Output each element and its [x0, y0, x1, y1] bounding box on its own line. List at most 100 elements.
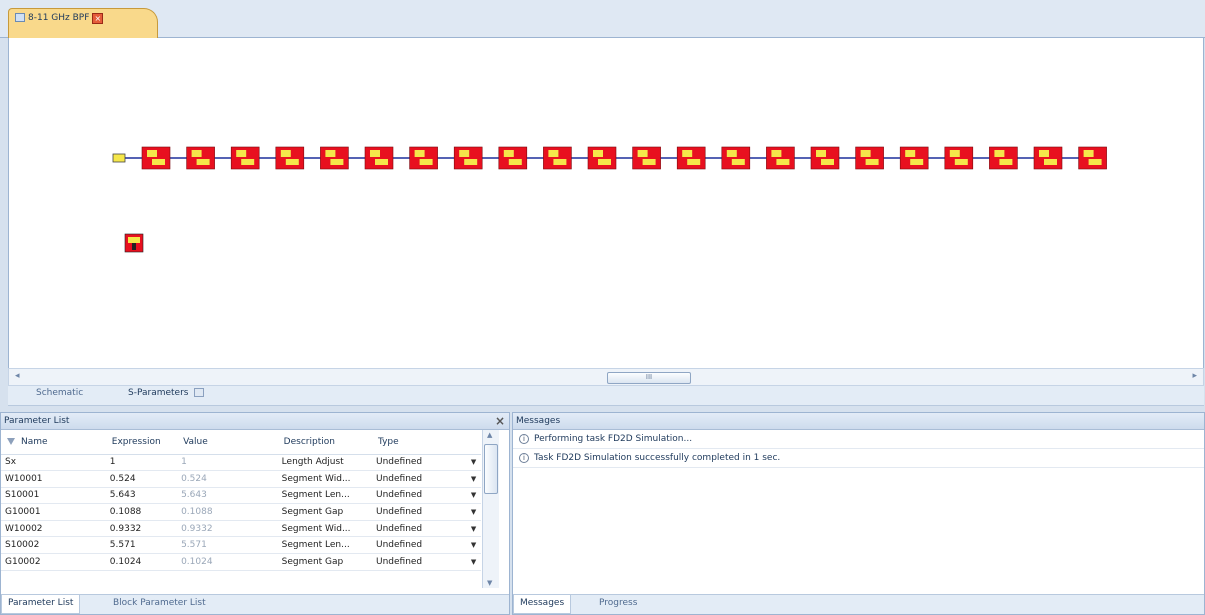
cell-expression[interactable]: 0.524 — [105, 470, 178, 488]
table-row[interactable]: S10002 5.571 5.571 Segment Len... Undefined ▼ — [1, 536, 481, 555]
cell-type[interactable]: Undefined — [371, 536, 463, 555]
block-pattern[interactable] — [642, 159, 656, 165]
scroll-right-icon[interactable]: ▸ — [1192, 371, 1197, 381]
cell-expression[interactable]: 0.1024 — [105, 553, 178, 571]
table-row[interactable]: W10001 0.524 0.524 Segment Wid... Undefined ▼ — [1, 470, 481, 488]
cell-type[interactable]: Undefined — [371, 520, 463, 538]
block-pattern[interactable] — [1088, 159, 1102, 165]
column-header-description[interactable]: Description — [277, 430, 372, 455]
block-pattern[interactable] — [816, 150, 826, 157]
tab-s-parameters[interactable]: S-Parameters — [128, 388, 205, 398]
tab-block-parameter-list[interactable]: Block Parameter List — [113, 598, 206, 608]
block-pattern[interactable] — [285, 159, 299, 165]
tab-parameter-list[interactable]: Parameter List — [1, 595, 81, 614]
horizontal-scrollbar[interactable]: ◂ III ▸ — [8, 368, 1204, 386]
tab-schematic[interactable]: Schematic — [36, 388, 83, 398]
block-pattern[interactable] — [598, 159, 611, 165]
block-pattern[interactable] — [1083, 150, 1094, 157]
block-pattern[interactable] — [553, 159, 567, 165]
block-pattern[interactable] — [280, 150, 291, 157]
block-pattern[interactable] — [147, 150, 157, 157]
filter-icon[interactable] — [7, 437, 15, 445]
block-pattern[interactable] — [236, 150, 247, 157]
block-pattern[interactable] — [508, 159, 522, 165]
cell-type[interactable]: Undefined — [371, 470, 463, 488]
block-pattern[interactable] — [325, 150, 336, 157]
block-pattern[interactable] — [370, 150, 380, 157]
block-pattern[interactable] — [1044, 159, 1057, 165]
block-pattern[interactable] — [459, 150, 470, 157]
table-row[interactable]: Sx 1 1 Length Adjust Undefined ▼ — [1, 454, 481, 472]
block-pattern[interactable] — [687, 159, 701, 165]
chevron-down-icon[interactable]: ▼ — [462, 553, 481, 571]
chevron-down-icon[interactable]: ▼ — [462, 536, 481, 555]
block-pattern[interactable] — [548, 150, 559, 157]
block-pattern[interactable] — [682, 150, 693, 157]
cell-expression[interactable]: 5.571 — [105, 536, 178, 555]
document-tab[interactable]: 8-11 GHz BPF × — [8, 8, 158, 39]
chevron-down-icon[interactable]: ▼ — [462, 503, 481, 521]
block-pattern[interactable] — [949, 150, 960, 157]
table-row[interactable]: G10002 0.1024 0.1024 Segment Gap Undefined ▼ — [1, 553, 481, 571]
block-pattern[interactable] — [637, 150, 648, 157]
vertical-scrollbar[interactable]: ▲ ▼ — [482, 430, 499, 588]
cell-type[interactable]: Undefined — [371, 454, 463, 472]
block-pattern[interactable] — [414, 150, 425, 157]
block-pattern[interactable] — [999, 159, 1013, 165]
column-header-expression[interactable]: Expression — [105, 430, 178, 455]
column-header-value[interactable]: Value — [177, 430, 278, 455]
scroll-down-icon[interactable]: ▼ — [487, 579, 492, 587]
block-pattern[interactable] — [1039, 150, 1049, 157]
block-pattern[interactable] — [464, 159, 478, 165]
block-pattern[interactable] — [191, 150, 202, 157]
block-pattern[interactable] — [771, 150, 782, 157]
block-pattern[interactable] — [593, 150, 603, 157]
cell-type[interactable]: Undefined — [371, 553, 463, 571]
schematic-drawing[interactable] — [9, 38, 1205, 368]
scroll-thumb[interactable]: III — [607, 372, 691, 384]
message-line[interactable]: i Task FD2D Simulation successfully comp… — [513, 449, 1204, 468]
block-pattern[interactable] — [776, 159, 790, 165]
block-pattern[interactable] — [241, 159, 255, 165]
ground-symbol[interactable] — [132, 243, 136, 250]
cell-type[interactable]: Undefined — [371, 503, 463, 521]
block-pattern[interactable] — [731, 159, 745, 165]
block-pattern[interactable] — [905, 150, 916, 157]
block-pattern[interactable] — [954, 159, 968, 165]
tab-progress[interactable]: Progress — [599, 598, 637, 608]
cell-expression[interactable]: 0.9332 — [105, 520, 178, 538]
block-pattern[interactable] — [196, 159, 210, 165]
block-pattern[interactable] — [419, 159, 433, 165]
message-line[interactable]: i Performing task FD2D Simulation... — [513, 430, 1204, 449]
cell-type[interactable]: Undefined — [371, 487, 463, 505]
close-icon[interactable]: × — [495, 414, 505, 428]
chevron-down-icon[interactable]: ▼ — [462, 470, 481, 488]
chevron-down-icon[interactable]: ▼ — [462, 454, 481, 472]
block-pattern[interactable] — [910, 159, 924, 165]
tab-messages[interactable]: Messages — [513, 595, 572, 614]
cell-expression[interactable]: 0.1088 — [105, 503, 178, 521]
schematic-canvas[interactable] — [8, 38, 1204, 368]
block-pattern[interactable] — [865, 159, 879, 165]
block-pattern[interactable] — [994, 150, 1005, 157]
block-pattern[interactable] — [821, 159, 834, 165]
block-pattern[interactable] — [128, 237, 140, 243]
chevron-down-icon[interactable]: ▼ — [462, 487, 481, 505]
chevron-down-icon[interactable]: ▼ — [462, 520, 481, 538]
column-header-type[interactable]: Type — [371, 430, 463, 455]
block-pattern[interactable] — [330, 159, 344, 165]
table-row[interactable]: S10001 5.643 5.643 Segment Len... Undefined ▼ — [1, 487, 481, 505]
scroll-left-icon[interactable]: ◂ — [15, 371, 20, 381]
input-port[interactable] — [112, 153, 126, 163]
block-pattern[interactable] — [860, 150, 871, 157]
block-pattern[interactable] — [726, 150, 737, 157]
column-header-name[interactable]: Name — [1, 430, 106, 455]
close-icon[interactable]: × — [92, 13, 104, 24]
block-pattern[interactable] — [503, 150, 514, 157]
table-row[interactable]: G10001 0.1088 0.1088 Segment Gap Undefined ▼ — [1, 503, 481, 521]
block-pattern[interactable] — [375, 159, 388, 165]
cell-expression[interactable]: 1 — [105, 454, 178, 472]
block-pattern[interactable] — [152, 159, 165, 165]
scroll-up-icon[interactable]: ▲ — [487, 431, 492, 439]
table-row[interactable]: W10002 0.9332 0.9332 Segment Wid... Undefine… — [1, 520, 481, 538]
